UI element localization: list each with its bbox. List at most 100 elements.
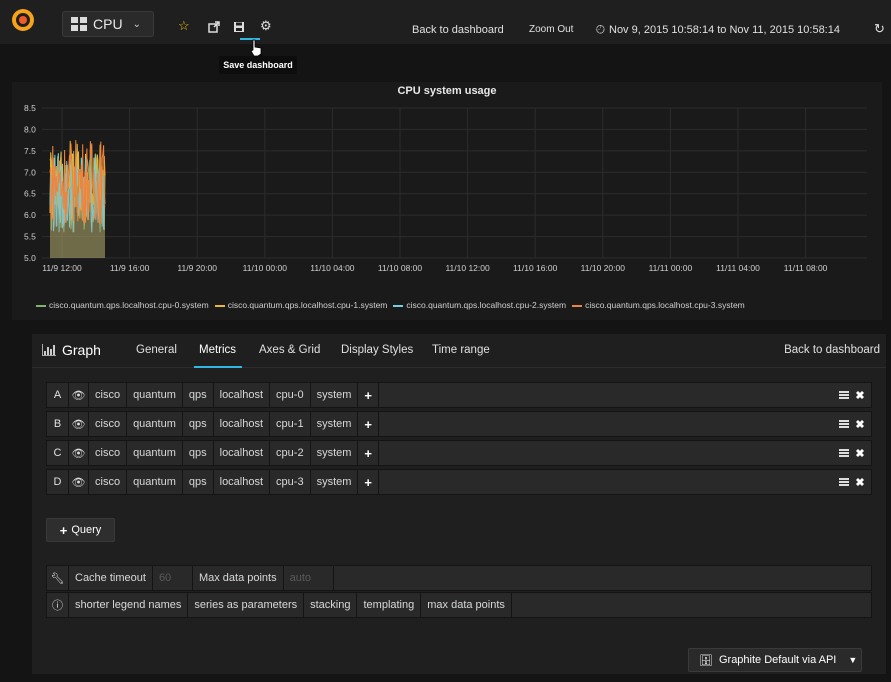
refresh-icon[interactable]: ↻ <box>874 21 885 37</box>
max-data-points-label: Max data points <box>193 566 284 590</box>
eye-icon[interactable]: 👁︎ <box>69 412 89 436</box>
menu-icon[interactable] <box>839 478 849 486</box>
x-tick-label: 11/10 00:00 <box>243 263 288 273</box>
metric-segment[interactable]: cpu-2 <box>270 441 311 465</box>
metric-segment[interactable]: localhost <box>214 383 271 407</box>
menu-icon[interactable] <box>839 449 849 457</box>
query-ref-letter[interactable]: C <box>47 441 69 465</box>
datasource-label: Graphite Default via API <box>718 654 837 666</box>
add-segment-icon[interactable]: + <box>358 412 380 436</box>
query-ref-letter[interactable]: B <box>47 412 69 436</box>
x-tick-label: 11/10 04:00 <box>310 263 355 273</box>
back-to-dashboard-link[interactable]: Back to dashboard <box>784 344 880 356</box>
metric-segment[interactable]: cisco <box>89 441 128 465</box>
metric-segment[interactable]: cisco <box>89 383 128 407</box>
metric-segment[interactable]: system <box>311 441 359 465</box>
close-icon[interactable]: ✖ <box>853 418 867 431</box>
legend-label: cisco.quantum.qps.localhost.cpu-1.system <box>227 300 388 310</box>
metric-segment[interactable]: cpu-3 <box>270 470 311 494</box>
clock-icon: 🕘︎ <box>596 24 605 36</box>
query-row: B 👁︎ cisco quantum qps localhost cpu-1 system + ✖ <box>46 411 872 437</box>
legend-item[interactable]: cisco.quantum.qps.localhost.cpu-1.system <box>214 300 388 310</box>
back-to-dashboard-link[interactable]: Back to dashboard <box>412 24 504 36</box>
x-tick-label: 11/11 00:00 <box>649 263 693 273</box>
metric-segment[interactable]: localhost <box>214 412 271 436</box>
tab-metrics[interactable]: Metrics <box>199 344 236 356</box>
metric-segment[interactable]: system <box>311 383 359 407</box>
help-series-as-parameters[interactable]: series as parameters <box>188 593 305 617</box>
query-options-row: 🔧︎ Cache timeout 60 Max data points auto <box>46 565 872 591</box>
metric-segment[interactable]: system <box>311 412 359 436</box>
metric-segment[interactable]: cpu-0 <box>270 383 311 407</box>
eye-icon[interactable]: 👁︎ <box>69 383 89 407</box>
max-data-points-input[interactable]: auto <box>284 566 334 590</box>
add-segment-icon[interactable]: + <box>358 383 380 407</box>
legend-item[interactable]: cisco.quantum.qps.localhost.cpu-0.system <box>36 300 209 310</box>
query-ref-letter[interactable]: A <box>47 383 69 407</box>
dashboard-title-dropdown[interactable]: CPU ⌄ <box>62 11 154 37</box>
eye-icon[interactable]: 👁︎ <box>69 470 89 494</box>
x-tick-label: 11/10 16:00 <box>513 263 558 273</box>
help-shorter-legend-names[interactable]: shorter legend names <box>69 593 189 617</box>
legend-swatch <box>36 304 46 307</box>
metric-segment[interactable]: cisco <box>89 412 128 436</box>
metric-segment[interactable]: cisco <box>89 470 128 494</box>
help-row: ⓘ shorter legend names series as paramet… <box>46 592 872 618</box>
metric-segment[interactable]: quantum <box>127 412 183 436</box>
grafana-logo-icon[interactable] <box>10 7 36 33</box>
dashboard-grid-icon <box>71 17 87 31</box>
datasource-dropdown[interactable]: 🗄︎ Graphite Default via API ▼ <box>688 648 862 672</box>
chart-svg[interactable]: 8.5 8.0 7.5 7.0 6.5 6.0 5.5 5.0 11/9 12:00 11/9 1… <box>12 102 882 317</box>
metric-segment[interactable]: localhost <box>214 441 271 465</box>
tab-axes-grid[interactable]: Axes & Grid <box>259 344 320 356</box>
query-row: A 👁︎ cisco quantum qps localhost cpu-0 system + ✖ <box>46 382 872 408</box>
query-ref-letter[interactable]: D <box>47 470 69 494</box>
cache-timeout-input[interactable]: 60 <box>153 566 193 590</box>
menu-icon[interactable] <box>839 391 849 399</box>
add-segment-icon[interactable]: + <box>358 470 380 494</box>
metric-segment[interactable]: localhost <box>214 470 271 494</box>
close-icon[interactable]: ✖ <box>853 447 867 460</box>
legend-item[interactable]: cisco.quantum.qps.localhost.cpu-2.system <box>393 300 566 310</box>
metric-segment[interactable]: quantum <box>127 383 183 407</box>
share-icon[interactable] <box>208 21 220 33</box>
legend-label: cisco.quantum.qps.localhost.cpu-0.system <box>49 300 209 310</box>
time-range-picker[interactable]: Nov 9, 2015 10:58:14 to Nov 11, 2015 10:… <box>609 24 840 36</box>
metric-segment[interactable]: qps <box>183 441 214 465</box>
help-stacking[interactable]: stacking <box>304 593 358 617</box>
tab-general[interactable]: General <box>136 344 177 356</box>
add-segment-icon[interactable]: + <box>358 441 380 465</box>
x-tick-label: 11/10 12:00 <box>445 263 490 273</box>
help-templating[interactable]: templating <box>357 593 422 617</box>
chart-legend: cisco.quantum.qps.localhost.cpu-0.system… <box>36 300 876 310</box>
y-tick-label: 5.0 <box>24 253 36 263</box>
plus-icon: + <box>59 522 68 538</box>
zoom-out-button[interactable]: Zoom Out <box>529 24 573 35</box>
save-icon[interactable] <box>233 21 245 33</box>
active-tab-indicator <box>194 366 242 368</box>
tab-time-range[interactable]: Time range <box>432 344 490 356</box>
metric-segment[interactable]: quantum <box>127 470 183 494</box>
menu-icon[interactable] <box>839 420 849 428</box>
caret-down-icon: ▼ <box>848 655 858 665</box>
metric-segment[interactable]: system <box>311 470 359 494</box>
metric-segment[interactable]: qps <box>183 383 214 407</box>
legend-item[interactable]: cisco.quantum.qps.localhost.cpu-3.system <box>572 300 745 310</box>
legend-swatch <box>214 304 225 307</box>
tab-display-styles[interactable]: Display Styles <box>341 344 413 356</box>
metric-segment[interactable]: qps <box>183 470 214 494</box>
help-max-data-points[interactable]: max data points <box>421 593 512 617</box>
gear-icon[interactable]: ⚙ <box>260 18 272 34</box>
close-icon[interactable]: ✖ <box>853 389 867 402</box>
metric-segment[interactable]: quantum <box>127 441 183 465</box>
panel-type-label: Graph <box>62 342 101 358</box>
star-icon[interactable]: ☆ <box>178 18 190 34</box>
x-tick-label: 11/10 08:00 <box>378 263 423 273</box>
metric-segment[interactable]: qps <box>183 412 214 436</box>
chart-title: CPU system usage <box>397 85 497 97</box>
metric-segment[interactable]: cpu-1 <box>270 412 311 436</box>
close-icon[interactable]: ✖ <box>853 476 867 489</box>
y-tick-label: 7.5 <box>24 146 36 156</box>
eye-icon[interactable]: 👁︎ <box>69 441 89 465</box>
add-query-button[interactable]: + Query <box>46 518 115 542</box>
